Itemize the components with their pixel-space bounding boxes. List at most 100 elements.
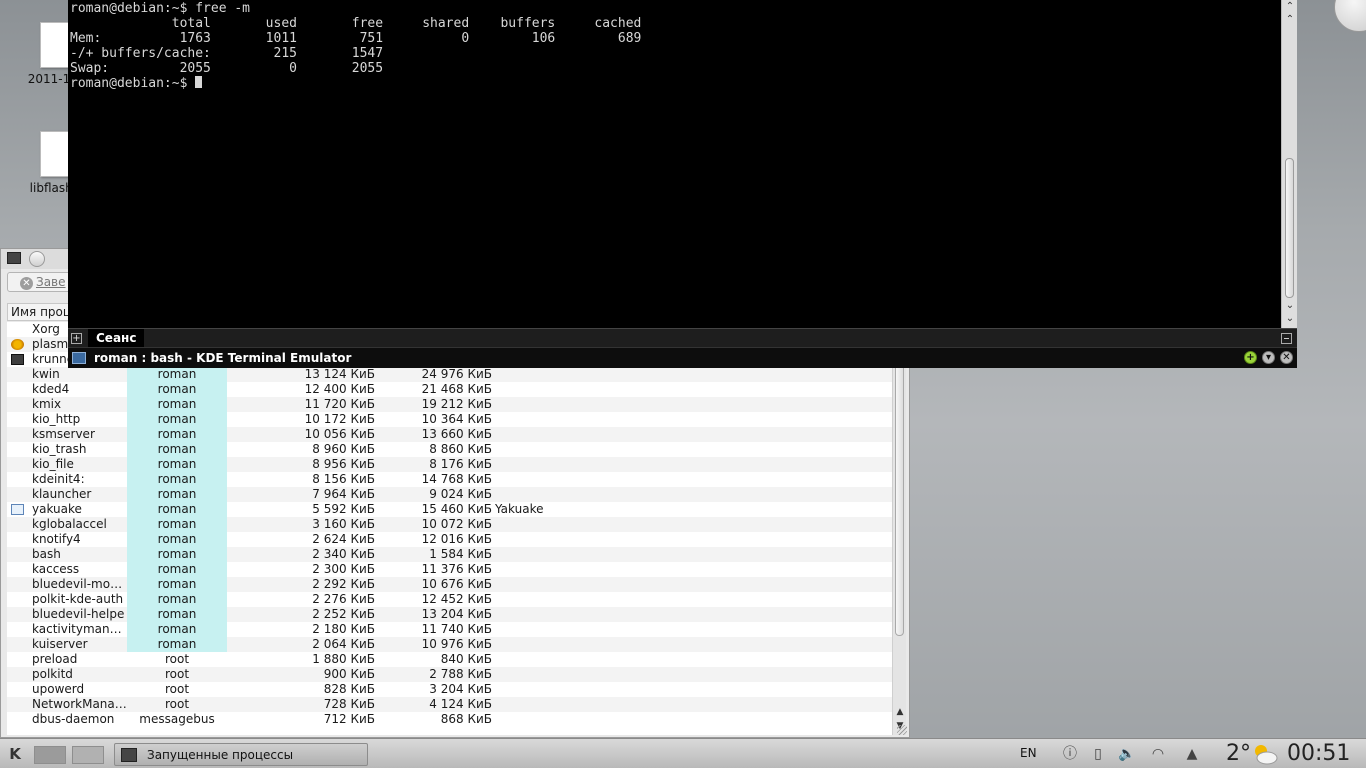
weather-cloud-sun-icon[interactable] xyxy=(1252,743,1278,765)
table-row[interactable]: klauncher roman 7 964 КиБ 9 024 КиБ xyxy=(7,487,892,502)
table-row[interactable]: dbus-daemon messagebus 712 КиБ 868 КиБ xyxy=(7,712,892,727)
new-tab-icon[interactable]: + xyxy=(71,333,82,344)
process-user-cell: root xyxy=(164,667,190,681)
terminal-line: Mem: 1763 1011 751 0 106 689 xyxy=(70,31,642,46)
table-row[interactable]: bluedevil-helpe roman 2 252 КиБ 13 204 КиБ xyxy=(7,607,892,622)
task-button-processes[interactable]: Запущенные процессы xyxy=(114,743,368,766)
table-row[interactable]: kio_file roman 8 956 КиБ 8 176 КиБ xyxy=(7,457,892,472)
process-user-cell: roman xyxy=(127,472,227,487)
add-session-icon[interactable]: + xyxy=(1244,351,1257,364)
table-row[interactable]: kactivitymanage roman 2 180 КиБ 11 740 КиБ xyxy=(7,622,892,637)
process-name-cell: kwin xyxy=(32,367,60,381)
kill-process-label: Заве xyxy=(36,275,66,289)
process-table: Xorg plasma krunne kwin roman 13 124 КиБ 24 97… xyxy=(7,322,892,735)
table-row[interactable]: ksmserver roman 10 056 КиБ 13 660 КиБ xyxy=(7,427,892,442)
table-row[interactable]: upowerd root 828 КиБ 3 204 КиБ xyxy=(7,682,892,697)
process-shared-memory-cell: 840 КиБ xyxy=(440,652,492,666)
kde-menu-icon[interactable]: K xyxy=(4,743,26,765)
yakuake-titlebar: roman : bash - KDE Terminal Emulator + ▾… xyxy=(68,347,1297,368)
terminal-scrollbar[interactable]: ⌃ ⌃ ⌄ ⌄ xyxy=(1281,0,1297,328)
table-row[interactable]: kio_http roman 10 172 КиБ 10 364 КиБ xyxy=(7,412,892,427)
info-icon[interactable]: ⓘ xyxy=(1062,745,1078,763)
process-name-cell: kmix xyxy=(32,397,62,411)
process-name-cell: upowerd xyxy=(32,682,85,696)
process-user-cell: roman xyxy=(127,592,227,607)
process-user-cell: roman xyxy=(127,637,227,652)
process-memory-cell: 10 172 КиБ xyxy=(304,412,375,426)
process-name-cell: kdeinit4: xyxy=(32,472,85,486)
table-row[interactable]: kuiserver roman 2 064 КиБ 10 976 КиБ xyxy=(7,637,892,652)
process-user-cell: root xyxy=(164,697,190,711)
scroll-down-arrow-icon[interactable]: ⌄ xyxy=(1284,313,1296,325)
clock[interactable]: 00:51 xyxy=(1287,741,1350,767)
process-shared-memory-cell: 10 976 КиБ xyxy=(421,637,492,651)
table-row[interactable]: kmix roman 11 720 КиБ 19 212 КиБ xyxy=(7,397,892,412)
process-name-cell: polkitd xyxy=(32,667,73,681)
resize-grip-icon[interactable] xyxy=(897,725,907,735)
scrollbar-thumb[interactable] xyxy=(895,324,904,636)
scroll-up-arrow-icon[interactable]: ⌃ xyxy=(1284,1,1296,13)
terminal-prompt: roman@debian:~$ xyxy=(70,76,196,91)
quit-icon[interactable]: ✕ xyxy=(1280,351,1293,364)
volume-icon[interactable]: 🔈 xyxy=(1118,745,1135,763)
process-shared-memory-cell: 12 016 КиБ xyxy=(421,532,492,546)
table-row[interactable]: knotify4 roman 2 624 КиБ 12 016 КиБ xyxy=(7,532,892,547)
process-memory-cell: 10 056 КиБ xyxy=(304,427,375,441)
table-row[interactable]: NetworkMana… root 728 КиБ 4 124 КиБ xyxy=(7,697,892,712)
process-shared-memory-cell: 3 204 КиБ xyxy=(429,682,492,696)
table-row[interactable]: kwin roman 13 124 КиБ 24 976 КиБ xyxy=(7,367,892,382)
process-name-cell: preload xyxy=(32,652,78,666)
process-memory-cell: 2 624 КиБ xyxy=(312,532,375,546)
terminal-line: -/+ buffers/cache: 215 1547 xyxy=(70,46,384,61)
table-row[interactable]: kglobalaccel roman 3 160 КиБ 10 072 КиБ xyxy=(7,517,892,532)
terminal-line: total used free shared buffers cached xyxy=(70,16,642,31)
scrollbar-thumb[interactable] xyxy=(1285,158,1294,298)
process-user-cell: root xyxy=(164,682,190,696)
column-header-name[interactable]: Имя проц xyxy=(7,303,77,321)
table-row[interactable]: kdeinit4: roman 8 156 КиБ 14 768 КиБ xyxy=(7,472,892,487)
battery-icon[interactable]: ▯ xyxy=(1090,745,1106,763)
process-user-cell: roman xyxy=(127,517,227,532)
scroll-up-arrow-icon[interactable]: ⌃ xyxy=(1284,14,1296,26)
process-name-cell: dbus-daemon xyxy=(32,712,115,726)
pager-desktop-2[interactable] xyxy=(72,746,104,764)
process-memory-cell: 2 276 КиБ xyxy=(312,592,375,606)
tab-session[interactable]: Сеанс xyxy=(88,329,145,348)
close-tab-icon[interactable] xyxy=(1281,333,1292,344)
process-name-cell: ksmserver xyxy=(32,427,95,441)
table-row[interactable]: preload root 1 880 КиБ 840 КиБ xyxy=(7,652,892,667)
menu-dropdown-icon[interactable]: ▾ xyxy=(1262,351,1275,364)
table-row[interactable]: bluedevil-mo… roman 2 292 КиБ 10 676 КиБ xyxy=(7,577,892,592)
yakuake-terminal-window: roman@debian:~$ free -m total used free … xyxy=(68,0,1297,368)
process-user-cell: roman xyxy=(127,412,227,427)
text-cursor xyxy=(195,76,203,88)
process-memory-cell: 2 064 КиБ xyxy=(312,637,375,651)
table-row[interactable]: polkit-kde-auth roman 2 276 КиБ 12 452 КиБ xyxy=(7,592,892,607)
table-row[interactable]: kded4 roman 12 400 КиБ 21 468 КиБ xyxy=(7,382,892,397)
window-menu-button[interactable] xyxy=(29,251,45,267)
process-shared-memory-cell: 14 768 КиБ xyxy=(421,472,492,486)
process-name-cell: kaccess xyxy=(32,562,80,576)
process-shared-memory-cell: 11 376 КиБ xyxy=(421,562,492,576)
weather-temperature[interactable]: 2° xyxy=(1226,741,1251,767)
pager-desktop-1[interactable] xyxy=(34,746,66,764)
table-row[interactable]: kaccess roman 2 300 КиБ 11 376 КиБ xyxy=(7,562,892,577)
process-memory-cell: 7 964 КиБ xyxy=(312,487,375,501)
process-shared-memory-cell: 12 452 КиБ xyxy=(421,592,492,606)
process-table-scrollbar[interactable]: ▲ ▼ xyxy=(892,322,906,735)
scroll-down-arrow-icon[interactable]: ⌄ xyxy=(1284,300,1296,312)
table-row[interactable]: polkitd root 900 КиБ 2 788 КиБ xyxy=(7,667,892,682)
desktop-toolbox-cashew[interactable] xyxy=(1334,0,1366,32)
tray-expand-arrow-icon[interactable]: ▲ xyxy=(1184,745,1200,763)
table-row[interactable]: kio_trash roman 8 960 КиБ 8 860 КиБ xyxy=(7,442,892,457)
kill-icon: ✕ xyxy=(20,277,33,290)
table-row[interactable]: bash roman 2 340 КиБ 1 584 КиБ xyxy=(7,547,892,562)
process-memory-cell: 900 КиБ xyxy=(323,667,375,681)
process-shared-memory-cell: 1 584 КиБ xyxy=(429,547,492,561)
process-user-cell: root xyxy=(164,652,190,666)
table-row[interactable]: yakuake roman 5 592 КиБ 15 460 КиБ Yakuake xyxy=(7,502,892,517)
keyboard-layout-indicator[interactable]: EN xyxy=(1020,746,1037,760)
wifi-icon[interactable]: ◠ xyxy=(1150,745,1166,763)
terminal-output[interactable]: roman@debian:~$ free -m total used free … xyxy=(68,0,1297,328)
scroll-up-arrow-icon[interactable]: ▲ xyxy=(894,706,906,718)
